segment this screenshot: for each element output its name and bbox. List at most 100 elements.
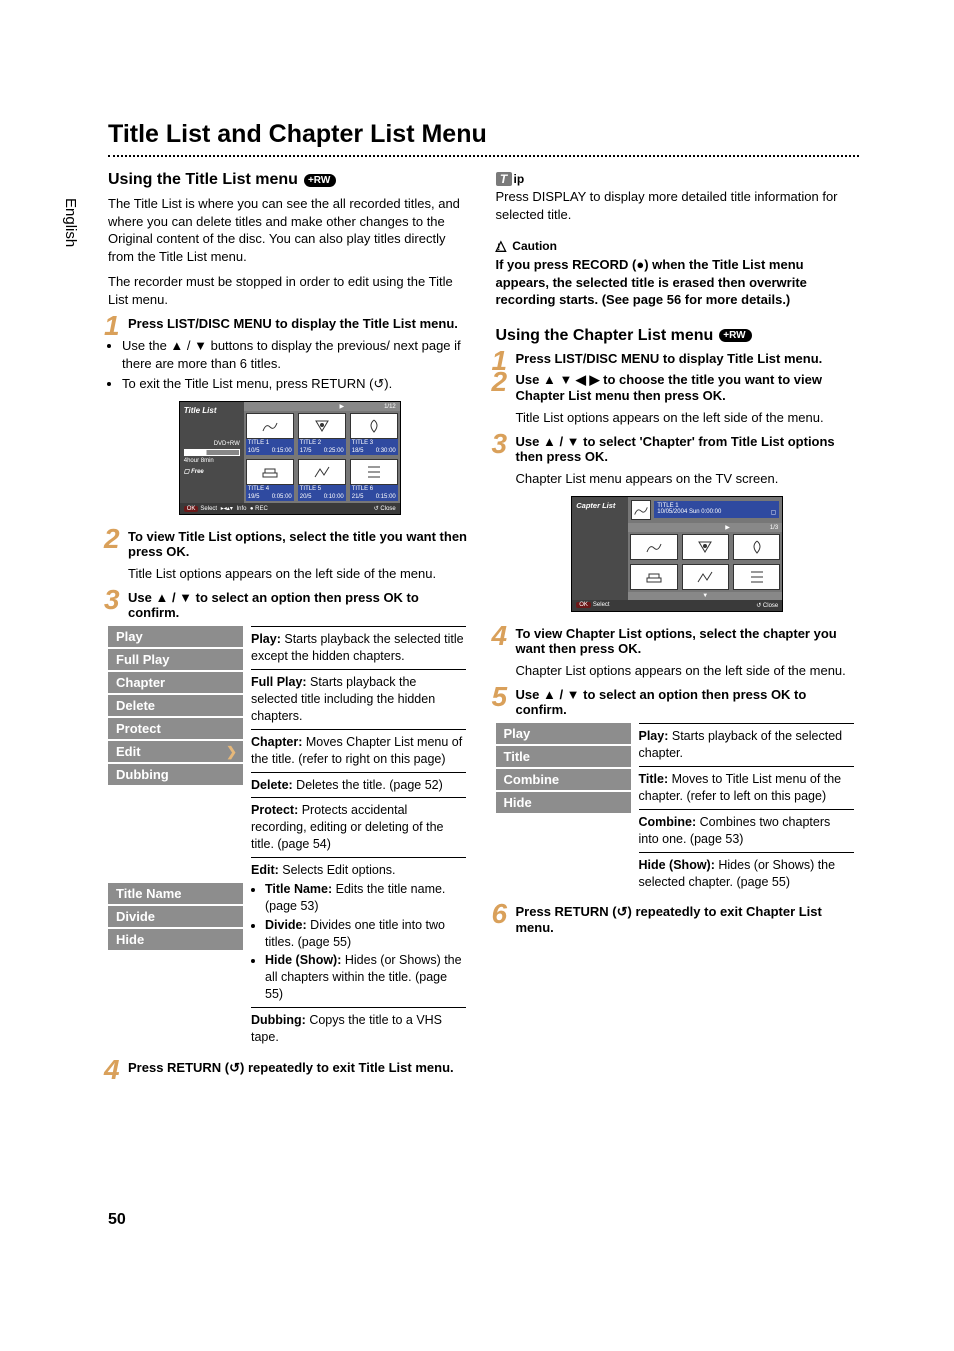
right-step3b: Chapter List menu appears on the TV scre…: [516, 470, 860, 488]
option-description: Combine: Combines two chapters into one.…: [639, 809, 854, 848]
menu-item: Title Name: [108, 883, 243, 905]
menu-item: Play: [496, 723, 631, 745]
menu-item: Dubbing: [108, 763, 243, 786]
right-step3: 3 Use ▲ / ▼ to select 'Chapter' from Tit…: [496, 434, 860, 464]
right-step2-text: Use ▲ ▼ ◀ ▶ to choose the title you want…: [516, 372, 823, 403]
tip-label: ip: [514, 172, 525, 186]
caution-label: Caution: [512, 239, 557, 253]
step-number-4-icon: 4: [104, 1054, 120, 1086]
edit-submenu: Title NameDivideHide: [108, 883, 243, 952]
thumbnail-cell: [731, 562, 782, 592]
option-description: Delete: Deletes the title. (page 52): [251, 772, 466, 794]
chapter-list-screenshot: Capter List TITLE 1 10/05/2004 Sun 0:00:…: [496, 496, 860, 612]
left-bullet2: To exit the Title List menu, press RETUR…: [122, 375, 472, 393]
right-heading-text: Using the Chapter List menu: [496, 327, 714, 345]
option-description: Title: Moves to Title List menu of the c…: [639, 766, 854, 805]
menu-item: Hide: [108, 928, 243, 951]
rw-badge: +RW: [719, 329, 751, 342]
chapter-options-descriptions: Play: Starts playback of the selected ch…: [639, 723, 854, 894]
menu-item: Full Play: [108, 648, 243, 671]
thumbnail-cell: TITLE 520/50:10:00: [296, 457, 348, 503]
right-step2: 2 Use ▲ ▼ ◀ ▶ to choose the title you wa…: [496, 372, 860, 403]
scr2-select: Select: [593, 602, 610, 608]
scr2-t1sub: 10/05/2004 Sun 0:00:00: [657, 509, 721, 516]
step-number-2-icon: 2: [104, 523, 120, 555]
page-title: Title List and Chapter List Menu: [108, 120, 859, 149]
thumbnail-cell: TITLE 318/50:30:00: [348, 411, 400, 457]
caution-icon: !Caution: [496, 239, 557, 253]
thumbnail-cell: [680, 562, 731, 592]
step-number-4-icon: 4: [492, 620, 508, 652]
caution-block: !Caution If you press RECORD (●) when th…: [496, 237, 860, 309]
menu-item: Title: [496, 745, 631, 768]
right-step4: 4 To view Chapter List options, select t…: [496, 626, 860, 656]
thumbnail-cell: [731, 532, 782, 562]
left-step1-text: Press LIST/DISC MENU to display the Titl…: [128, 316, 458, 331]
ok-key-icon: OK: [184, 506, 199, 512]
left-step1: 1 Press LIST/DISC MENU to display the Ti…: [108, 316, 472, 331]
menu-item: Divide: [108, 905, 243, 928]
right-step1: 1 Press LIST/DISC MENU to display Title …: [496, 351, 860, 366]
step-number-2-icon: 2: [492, 366, 508, 398]
rw-badge: +RW: [304, 174, 336, 187]
caution-text: If you press RECORD (●) when the Title L…: [496, 256, 860, 309]
scr1-info: Info: [237, 506, 247, 512]
title-list-screenshot: Title List DVD+RW 4hour 8min ▢ Free ▶1/1…: [108, 401, 472, 515]
scr2-close: Close: [763, 603, 778, 609]
step-number-3-icon: 3: [492, 428, 508, 460]
page-number: 50: [108, 1211, 126, 1229]
title-options-descriptions: Play: Starts playback the selected title…: [251, 626, 466, 1049]
scr1-free: ▢ Free: [184, 468, 240, 475]
right-step3-text: Use ▲ / ▼ to select 'Chapter' from Title…: [516, 434, 835, 464]
menu-item: Hide: [496, 791, 631, 814]
option-description: Play: Starts playback the selected title…: [251, 626, 466, 665]
left-step3-text: Use ▲ / ▼ to select an option then press…: [128, 590, 419, 620]
left-step2-text: To view Title List options, select the t…: [128, 529, 467, 559]
scr2-title: Capter List: [576, 501, 624, 510]
left-intro1: The Title List is where you can see the …: [108, 195, 472, 265]
step-number-6-icon: 6: [492, 898, 508, 930]
thumbnail-cell: TITLE 419/50:05:00: [244, 457, 296, 503]
step-number-1-icon: 1: [104, 310, 120, 342]
left-intro2: The recorder must be stopped in order to…: [108, 273, 472, 308]
left-heading-text: Using the Title List menu: [108, 171, 298, 189]
scr1-media: DVD+RW: [184, 441, 240, 447]
right-step2b: Title List options appears on the left s…: [516, 409, 860, 427]
thumbnail-cell: [628, 532, 679, 562]
menu-item: Chapter: [108, 671, 243, 694]
ok-key-icon: OK: [576, 602, 591, 608]
right-step6-text: Press RETURN (↺) repeatedly to exit Chap…: [516, 904, 822, 935]
thumbnail-cell: TITLE 110/50:15:00: [244, 411, 296, 457]
left-heading: Using the Title List menu +RW: [108, 171, 472, 189]
menu-item: Delete: [108, 694, 243, 717]
left-step3: 3 Use ▲ / ▼ to select an option then pre…: [108, 590, 472, 620]
thumbnail-cell: TITLE 621/50:15:00: [348, 457, 400, 503]
thumbnail-cell: [680, 532, 731, 562]
option-description: Edit: Selects Edit options.Title Name: E…: [251, 857, 466, 1003]
option-description: Hide (Show): Hides (or Shows) the select…: [639, 852, 854, 891]
menu-item: Play: [108, 626, 243, 648]
scr2-page: 1/3: [770, 525, 778, 531]
scr1-rec: ● REC: [250, 506, 268, 512]
step-number-3-icon: 3: [104, 584, 120, 616]
left-step4-text: Press RETURN (↺) repeatedly to exit Titl…: [128, 1060, 454, 1075]
left-step4: 4 Press RETURN (↺) repeatedly to exit Ti…: [108, 1060, 472, 1076]
tip-block: Tip Press DISPLAY to display more detail…: [496, 171, 860, 223]
option-description: Play: Starts playback of the selected ch…: [639, 723, 854, 762]
option-description: Full Play: Starts playback the selected …: [251, 669, 466, 725]
option-description: Chapter: Moves Chapter List menu of the …: [251, 729, 466, 768]
step-number-5-icon: 5: [492, 681, 508, 713]
left-step1-bullets: Use the ▲ / ▼ buttons to display the pre…: [122, 337, 472, 393]
right-column: Tip Press DISPLAY to display more detail…: [496, 171, 860, 1082]
right-step5: 5 Use ▲ / ▼ to select an option then pre…: [496, 687, 860, 717]
scr1-page: 1/12: [384, 404, 396, 410]
side-language-label: English: [62, 198, 79, 247]
right-step6: 6 Press RETURN (↺) repeatedly to exit Ch…: [496, 904, 860, 935]
right-heading: Using the Chapter List menu +RW: [496, 327, 860, 345]
scr1-title: Title List: [184, 406, 240, 415]
chevron-right-icon: ❯: [226, 744, 237, 760]
menu-item: Combine: [496, 768, 631, 791]
scr1-select: Select: [200, 506, 217, 512]
menu-item: Edit❯: [108, 740, 243, 763]
menu-item: Protect: [108, 717, 243, 740]
